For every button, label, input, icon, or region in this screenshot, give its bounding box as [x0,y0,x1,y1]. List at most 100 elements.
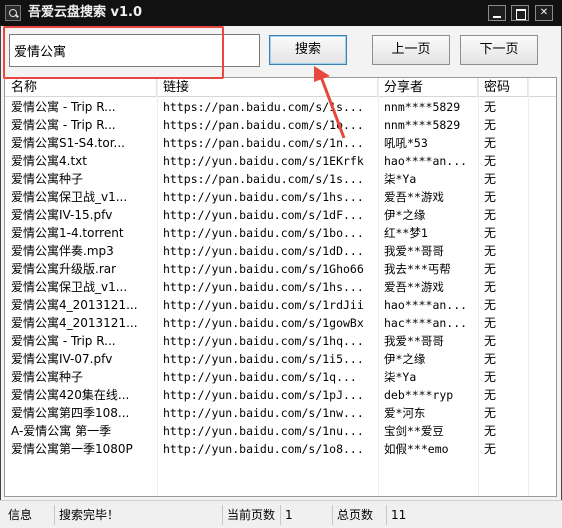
table-row[interactable]: 爱情公寓第一季1080P http://yun.baidu.com/s/1o8..… [5,440,556,458]
table-row[interactable]: 爱情公寓保卫战_v1... http://yun.baidu.com/s/1hs.… [5,278,556,296]
column-divider [157,78,158,496]
cell-password: 无 [484,226,497,240]
cell-name: 爱情公寓 - Trip R... [11,118,116,132]
cell-sharer: 柒*Ya [384,370,417,384]
cell-link: http://yun.baidu.com/s/1bo... [163,226,364,240]
table-row[interactable]: 爱情公寓4_2013121... http://yun.baidu.com/s/1… [5,296,556,314]
column-header-sharer[interactable]: 分享者 [378,78,478,97]
title-bar: 吾爱云盘搜索 v1.0 ✕ [0,0,562,26]
cell-link: http://yun.baidu.com/s/1nw... [163,406,364,420]
search-icon [5,5,21,21]
cell-sharer: nnm****5829 [384,100,461,114]
table-row[interactable]: 爱情公寓伴奏.mp3 http://yun.baidu.com/s/1dD... 我… [5,242,556,260]
window-title: 吾爱云盘搜索 v1.0 [28,5,143,20]
cell-name: 爱情公寓1-4.torrent [11,226,124,240]
cell-name: 爱情公寓第四季108... [11,406,130,420]
column-divider [478,78,479,496]
cell-sharer: 我爱**哥哥 [384,334,444,348]
cell-name: 爱情公寓第一季1080P [11,442,133,456]
table-row[interactable]: 爱情公寓4.txt http://yun.baidu.com/s/1EKrfk ha… [5,152,556,170]
cell-link: https://pan.baidu.com/s/1s... [163,172,364,186]
cell-sharer: 红**梦1 [384,226,428,240]
results-table[interactable]: 名称 链接 分享者 密码 爱情公寓 - Trip R... https://pan… [4,77,557,497]
table-row[interactable]: 爱情公寓S1-S4.tor... https://pan.baidu.com/s/… [5,134,556,152]
cell-link: http://yun.baidu.com/s/1nu... [163,424,364,438]
table-row[interactable]: 爱情公寓 - Trip R... https://pan.baidu.com/s/… [5,98,556,116]
cell-link: http://yun.baidu.com/s/1gowBx [163,316,364,330]
total-pages-value: 11 [386,505,558,525]
table-row[interactable]: 爱情公寓 - Trip R... https://pan.baidu.com/s/… [5,116,556,134]
table-row[interactable]: 爱情公寓IV-15.pfv http://yun.baidu.com/s/1dF.… [5,206,556,224]
cell-sharer: 吼吼*53 [384,136,428,150]
cell-sharer: nnm****5829 [384,118,461,132]
cell-name: 爱情公寓升级版.rar [11,262,117,276]
cell-password: 无 [484,424,497,438]
cell-link: http://yun.baidu.com/s/1hs... [163,280,364,294]
column-header-name[interactable]: 名称 [5,78,157,97]
cell-name: 爱情公寓420集在线... [11,388,130,402]
cell-link: https://pan.baidu.com/s/1o... [163,118,364,132]
cell-sharer: hao****an... [384,154,468,168]
cell-name: 爱情公寓IV-15.pfv [11,208,113,222]
table-header: 名称 链接 分享者 密码 [5,78,556,97]
cell-name: 爱情公寓4.txt [11,154,87,168]
status-bar: 信息 搜索完毕！ 当前页数 1 总页数 11 [0,500,562,528]
cell-password: 无 [484,298,497,312]
cell-password: 无 [484,352,497,366]
cell-link: http://yun.baidu.com/s/1pJ... [163,388,364,402]
table-row[interactable]: 爱情公寓1-4.torrent http://yun.baidu.com/s/1b… [5,224,556,242]
table-row[interactable]: 爱情公寓保卫战_v1... http://yun.baidu.com/s/1hs.… [5,188,556,206]
search-button[interactable]: 搜索 [269,35,347,65]
cell-name: 爱情公寓种子 [11,172,84,186]
table-row[interactable]: 爱情公寓种子 http://yun.baidu.com/s/1q... 柒*Ya 无 [5,368,556,386]
table-row[interactable]: A-爱情公寓 第一季 http://yun.baidu.com/s/1nu... 宝… [5,422,556,440]
cell-password: 无 [484,316,497,330]
cell-link: http://yun.baidu.com/s/1rdJii [163,298,364,312]
column-header-password[interactable]: 密码 [478,78,528,97]
cell-password: 无 [484,154,497,168]
cell-password: 无 [484,118,497,132]
current-page-value: 1 [280,505,332,525]
cell-sharer: 爱*河东 [384,406,426,420]
cell-name: 爱情公寓保卫战_v1... [11,190,128,204]
cell-password: 无 [484,280,497,294]
cell-link: http://yun.baidu.com/s/1hq... [163,334,364,348]
table-row[interactable]: 爱情公寓第四季108... http://yun.baidu.com/s/1nw.… [5,404,556,422]
search-input[interactable] [9,34,260,67]
cell-password: 无 [484,172,497,186]
cell-link: http://yun.baidu.com/s/1Gho66 [163,262,364,276]
cell-name: 爱情公寓IV-07.pfv [11,352,113,366]
maximize-button[interactable] [511,5,529,21]
cell-sharer: 我爱**哥哥 [384,244,444,258]
close-button[interactable]: ✕ [535,5,553,21]
cell-link: http://yun.baidu.com/s/1EKrfk [163,154,364,168]
table-row[interactable]: 爱情公寓升级版.rar http://yun.baidu.com/s/1Gho66… [5,260,556,278]
cell-sharer: hac****an... [384,316,468,330]
cell-sharer: deb****ryp [384,388,454,402]
cell-name: 爱情公寓伴奏.mp3 [11,244,114,258]
cell-link: http://yun.baidu.com/s/1dF... [163,208,364,222]
cell-password: 无 [484,244,497,258]
minimize-button[interactable] [488,5,506,21]
cell-password: 无 [484,442,497,456]
cell-sharer: 伊*之缘 [384,352,426,366]
table-row[interactable]: 爱情公寓420集在线... http://yun.baidu.com/s/1pJ.… [5,386,556,404]
cell-password: 无 [484,262,497,276]
column-header-link[interactable]: 链接 [157,78,378,97]
cell-password: 无 [484,370,497,384]
cell-password: 无 [484,334,497,348]
cell-sharer: 爱吾**游戏 [384,190,444,204]
next-page-button[interactable]: 下一页 [460,35,538,65]
cell-sharer: hao****an... [384,298,468,312]
prev-page-button[interactable]: 上一页 [372,35,450,65]
cell-password: 无 [484,406,497,420]
cell-sharer: 伊*之缘 [384,208,426,222]
cell-link: http://yun.baidu.com/s/1hs... [163,190,364,204]
table-row[interactable]: 爱情公寓 - Trip R... http://yun.baidu.com/s/1… [5,332,556,350]
table-row[interactable]: 爱情公寓4_2013121... http://yun.baidu.com/s/1… [5,314,556,332]
cell-link: http://yun.baidu.com/s/1i5... [163,352,364,366]
table-row[interactable]: 爱情公寓IV-07.pfv http://yun.baidu.com/s/1i5.… [5,350,556,368]
cell-sharer: 如假***emo [384,442,449,456]
column-divider [378,78,379,496]
table-row[interactable]: 爱情公寓种子 https://pan.baidu.com/s/1s... 柒*Ya 无 [5,170,556,188]
